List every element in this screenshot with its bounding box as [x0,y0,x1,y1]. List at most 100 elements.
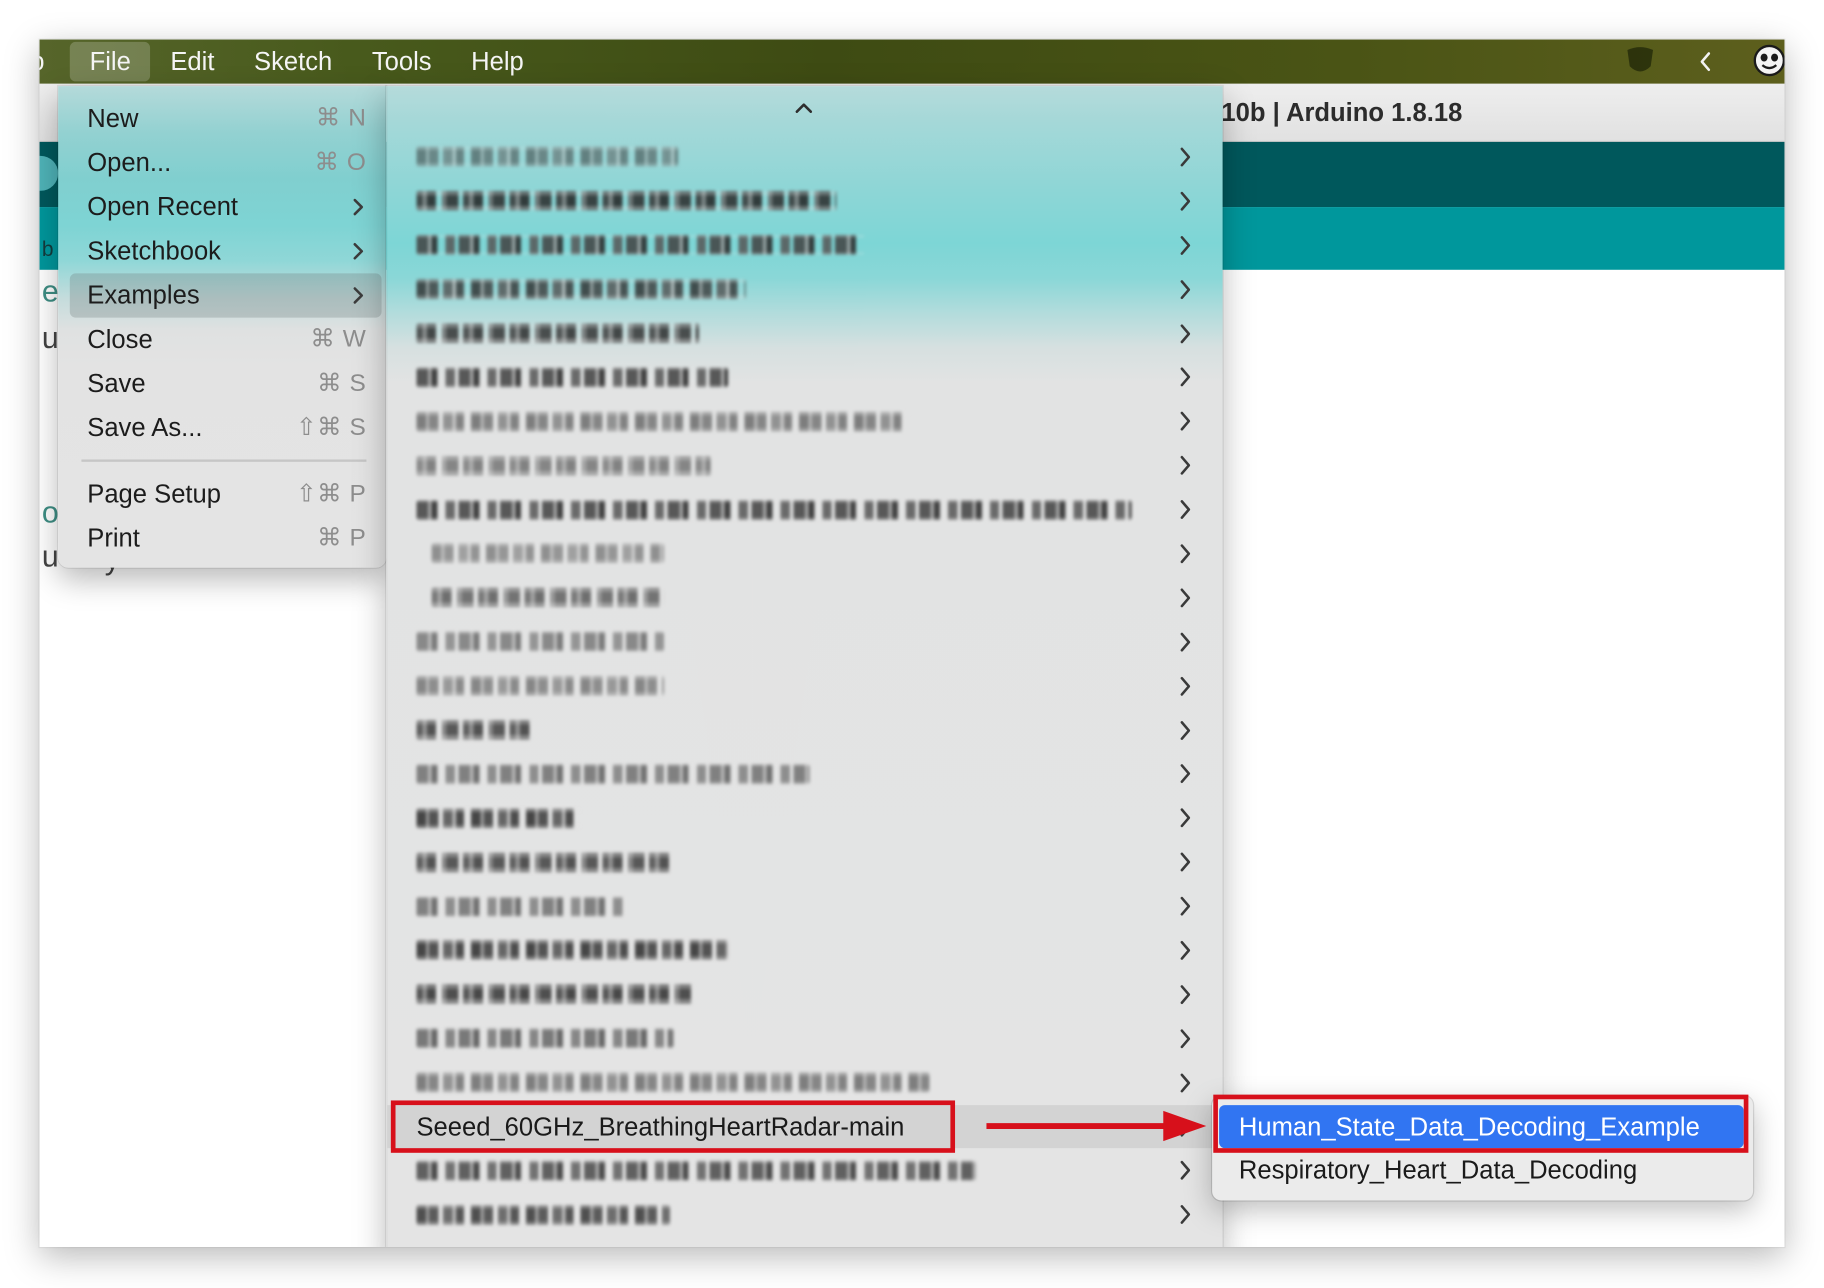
shield-icon[interactable] [1623,43,1658,78]
redacted-label [416,323,700,344]
examples-list: Seeed_60GHz_BreathingHeartRadar-main [387,135,1223,1237]
code-text-fragment: u [41,538,59,574]
menu-item-label: Page Setup [87,478,222,508]
examples-item[interactable] [387,443,1222,487]
menu-file[interactable]: File [69,41,151,82]
menu-item-save[interactable]: Save ⌘ S [70,362,382,406]
chevron-right-icon [1180,456,1191,475]
chevron-right-icon [1180,1073,1191,1093]
menu-item-open-recent[interactable]: Open Recent [70,185,382,229]
menu-item-examples[interactable]: Examples [69,273,382,318]
chevron-right-icon [1180,852,1191,872]
examples-item[interactable] [387,620,1222,664]
menu-separator [81,459,367,462]
chevron-right-icon [353,198,364,216]
menu-item-print[interactable]: Print ⌘ P [70,516,382,560]
examples-item[interactable] [387,267,1222,311]
file-menu: New ⌘ N Open... ⌘ O Open Recent Sketchbo… [58,86,387,568]
examples-item[interactable] [387,972,1222,1016]
redacted-label [416,279,746,300]
menu-item-sketchbook[interactable]: Sketchbook [70,229,382,273]
examples-item[interactable] [387,399,1222,443]
examples-item[interactable] [387,135,1222,179]
redacted-label [416,499,1132,520]
menu-item-label: Save [87,368,146,398]
menu-item-label: Print [87,522,140,552]
menu-item-new[interactable]: New ⌘ N [70,97,382,141]
examples-item[interactable] [387,311,1222,355]
shortcut-label: ⌘ P [317,524,367,551]
examples-item[interactable] [387,532,1222,576]
redacted-label [416,147,679,167]
chevron-right-icon [1180,896,1191,916]
menu-item-page-setup[interactable]: Page Setup ⇧⌘ P [70,472,382,516]
redacted-label [416,455,711,476]
chevron-up-icon[interactable] [793,101,814,114]
menu-edit[interactable]: Edit [151,42,235,82]
app-name-fragment: o [40,40,45,84]
redacted-label [416,720,531,740]
menu-item-label: Examples [87,280,200,310]
examples-submenu: Seeed_60GHz_BreathingHeartRadar-main [386,86,1223,1248]
examples-item[interactable] [387,1149,1222,1193]
face-icon[interactable] [1752,43,1785,78]
shortcut-label: ⌘ S [317,369,367,397]
menu-bar: o File Edit Sketch Tools Help [39,39,1785,84]
redacted-label [416,1160,976,1181]
redacted-label [416,808,581,829]
menu-item-label: Open... [87,147,172,177]
examples-item[interactable] [387,1016,1222,1060]
examples-item[interactable] [387,708,1222,752]
menu-item-label: New [87,103,139,133]
example-respiratory-heart-data-decoding[interactable]: Respiratory_Heart_Data_Decoding [1219,1148,1744,1191]
chevron-right-icon [1180,808,1191,828]
shortcut-label: ⌘ N [315,104,367,132]
examples-item[interactable] [387,223,1222,267]
code-text-fragment: e [41,273,59,309]
chevron-right-icon [1180,367,1191,387]
chevron-right-icon [1180,588,1191,608]
redacted-label [416,367,729,388]
examples-item[interactable] [387,840,1222,884]
redacted-label [416,235,865,256]
redacted-label [416,631,665,652]
annotation-arrow-icon [986,1110,1207,1142]
shortcut-label: ⌘ O [314,148,367,176]
shortcut-label: ⇧⌘ P [296,479,367,507]
examples-item[interactable] [387,928,1222,972]
examples-item[interactable] [387,179,1222,223]
screenshot: o File Edit Sketch Tools Help [0,0,1824,1288]
examples-item[interactable] [387,488,1222,532]
menu-sketch[interactable]: Sketch [234,42,352,82]
menu-tools[interactable]: Tools [352,42,451,82]
examples-item[interactable] [387,1193,1222,1237]
menu-item-open[interactable]: Open... ⌘ O [70,141,382,185]
chevron-right-icon [1180,940,1191,960]
arduino-ide-window: o File Edit Sketch Tools Help [39,39,1785,1248]
menu-item-save-as[interactable]: Save As... ⇧⌘ S [70,406,382,450]
chevron-right-icon [1180,764,1191,784]
chevron-right-icon [1180,191,1191,211]
menu-item-label: Close [87,324,153,354]
chevron-left-icon[interactable] [1698,50,1712,73]
examples-item[interactable] [387,796,1222,840]
chevron-right-icon [1180,147,1191,167]
chevron-right-icon [1180,985,1191,1004]
menu-item-close[interactable]: Close ⌘ W [70,318,382,362]
examples-item[interactable] [387,355,1222,399]
redacted-label [416,896,624,917]
examples-item[interactable] [387,884,1222,928]
examples-item[interactable] [387,752,1222,796]
shortcut-label: ⇧⌘ S [296,414,367,441]
redacted-label [416,984,694,1005]
menu-help[interactable]: Help [451,42,543,82]
examples-item[interactable] [387,1061,1222,1105]
menu-item-label: Open Recent [87,191,239,222]
verify-button[interactable] [39,155,59,191]
redacted-label [431,543,665,564]
chevron-right-icon [1180,235,1191,255]
tab-label-fragment: b [41,237,54,261]
examples-item[interactable] [387,576,1222,620]
examples-item[interactable] [387,664,1222,708]
annotation-highlight-box [1213,1094,1749,1153]
